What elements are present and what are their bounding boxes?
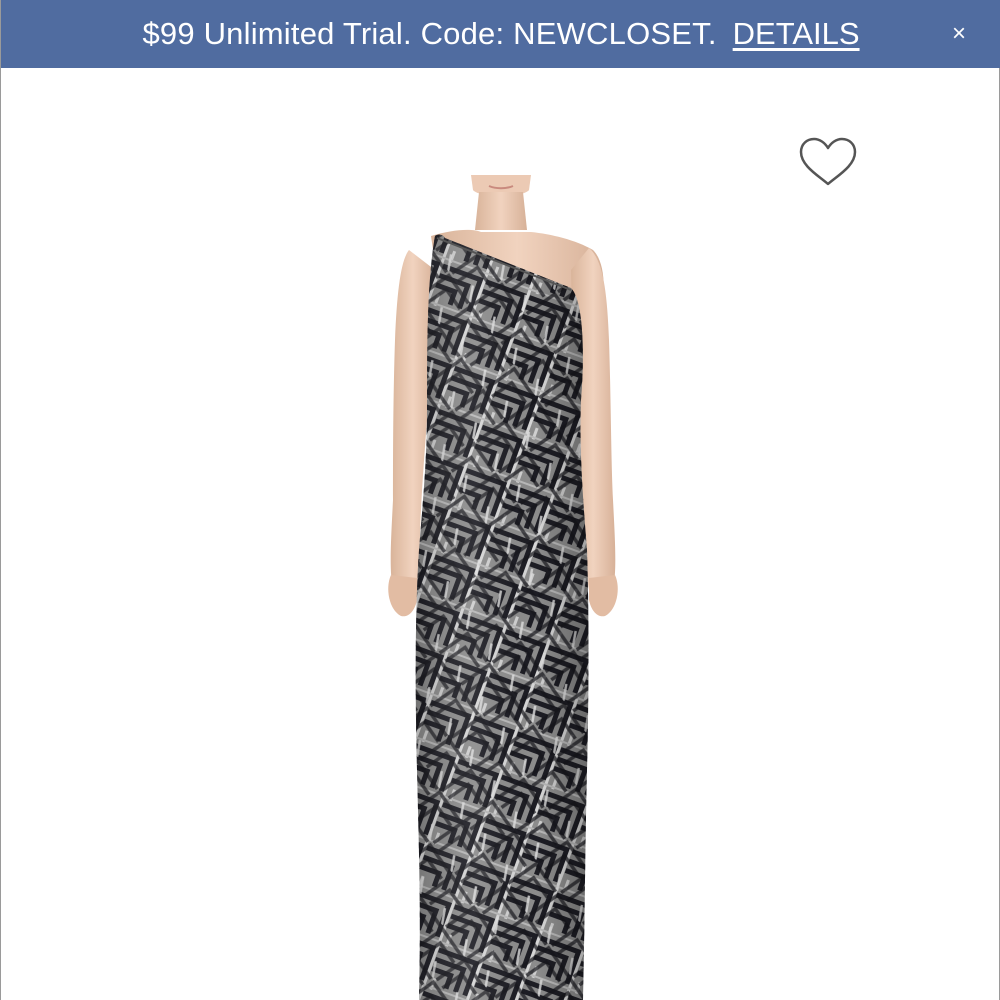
heart-outline-icon[interactable] [797,136,859,188]
promo-details-link[interactable]: DETAILS [733,16,860,52]
close-icon[interactable]: × [949,14,969,54]
promo-banner: $99 Unlimited Trial. Code: NEWCLOSET. DE… [1,0,1000,68]
promo-text: $99 Unlimited Trial. Code: NEWCLOSET. [142,16,717,51]
dress-photo[interactable] [331,170,671,1000]
page-frame: $99 Unlimited Trial. Code: NEWCLOSET. DE… [0,0,1000,1000]
